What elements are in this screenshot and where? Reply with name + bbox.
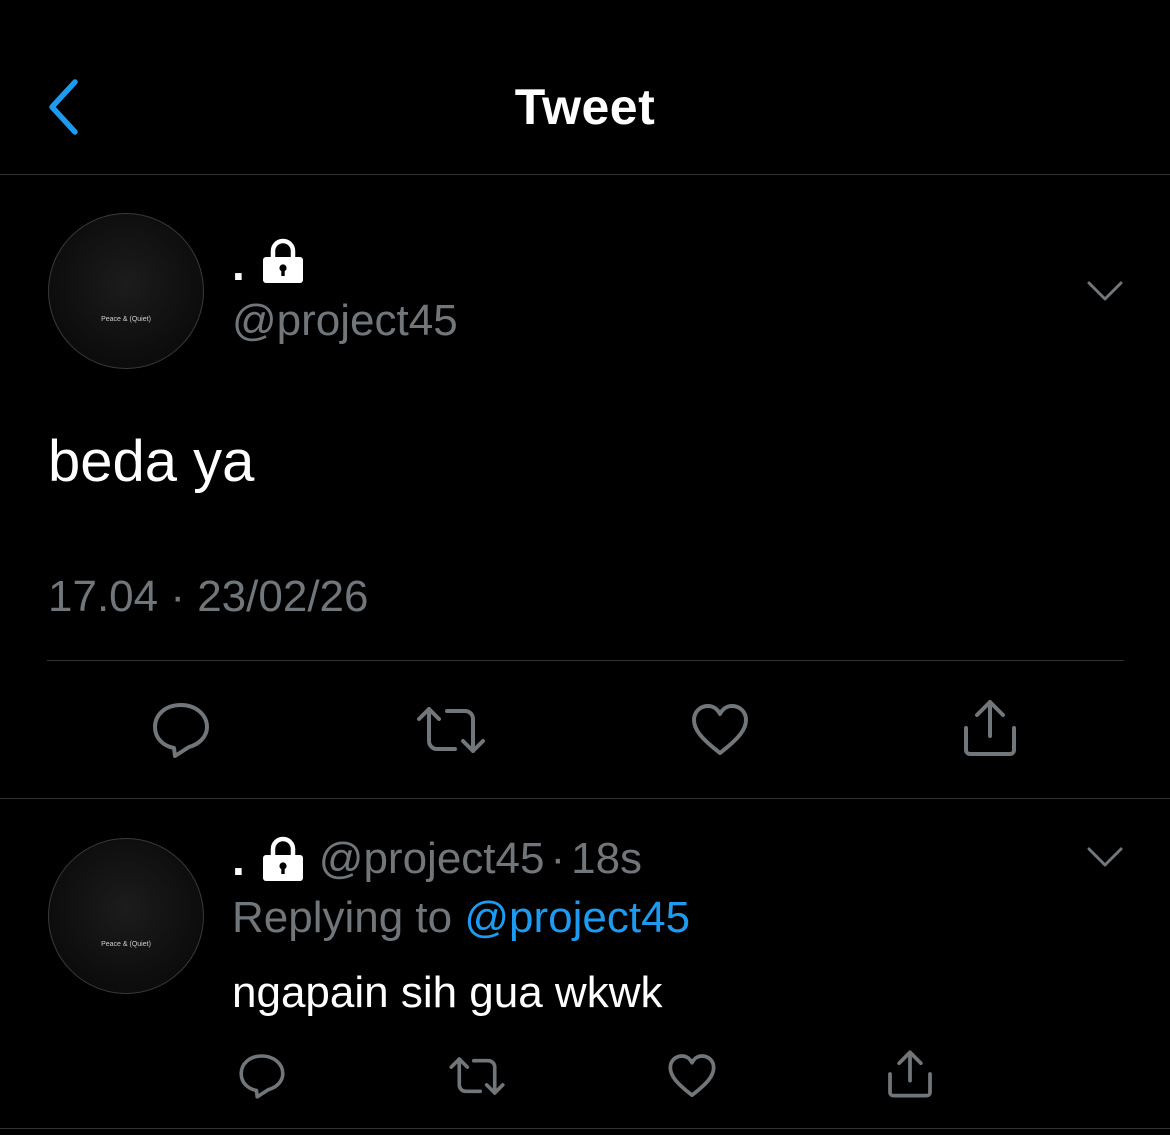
reply-display-name: . (232, 833, 245, 885)
reply-share-button[interactable] (880, 1044, 940, 1104)
author-name-row: . (232, 238, 305, 289)
avatar-caption: Peace & (Quiet) (101, 316, 151, 323)
reply-button[interactable] (144, 698, 218, 762)
reply-icon (153, 703, 209, 758)
tweet-options-button[interactable] (1083, 276, 1127, 306)
reply-retweet-button[interactable] (444, 1048, 510, 1104)
share-button[interactable] (954, 694, 1026, 762)
replying-prefix: Replying to (232, 893, 453, 942)
like-button[interactable] (684, 698, 756, 762)
meta-separator: · (550, 834, 566, 883)
display-name: . (232, 237, 245, 290)
reply-header: . @project45 · 18s (232, 832, 642, 886)
author-handle[interactable]: @project45 (232, 296, 458, 346)
tweet-text: beda ya (48, 429, 255, 494)
retweet-icon (417, 707, 485, 753)
replying-mention[interactable]: @project45 (464, 893, 690, 942)
lock-icon (261, 836, 305, 882)
share-icon (888, 1050, 932, 1098)
page-title: Tweet (514, 79, 656, 135)
reply-icon (239, 1054, 285, 1099)
retweet-icon (449, 1057, 505, 1095)
divider (0, 1128, 1170, 1129)
reply-time[interactable]: 18s (571, 834, 642, 884)
reply-avatar[interactable]: Peace & (Quiet) (48, 838, 204, 994)
share-icon (964, 700, 1016, 756)
reply-like-button[interactable] (662, 1048, 722, 1104)
avatar[interactable]: Peace & (Quiet) (48, 213, 204, 369)
reply-reply-button[interactable] (232, 1048, 292, 1104)
replying-to: Replying to @project45 (232, 893, 690, 943)
divider (47, 660, 1124, 661)
chevron-down-icon (1087, 281, 1123, 301)
retweet-button[interactable] (412, 698, 490, 762)
reply-options-button[interactable] (1083, 842, 1127, 872)
like-icon (692, 704, 748, 755)
lock-icon (261, 238, 305, 289)
divider (0, 798, 1170, 799)
like-icon (668, 1054, 716, 1098)
reply-handle[interactable]: @project45 (319, 834, 545, 884)
tweet-timestamp[interactable]: 17.04 · 23/02/26 (48, 572, 368, 622)
avatar-caption: Peace & (Quiet) (101, 941, 151, 948)
reply-text: ngapain sih gua wkwk (232, 968, 663, 1017)
chevron-down-icon (1087, 847, 1123, 867)
